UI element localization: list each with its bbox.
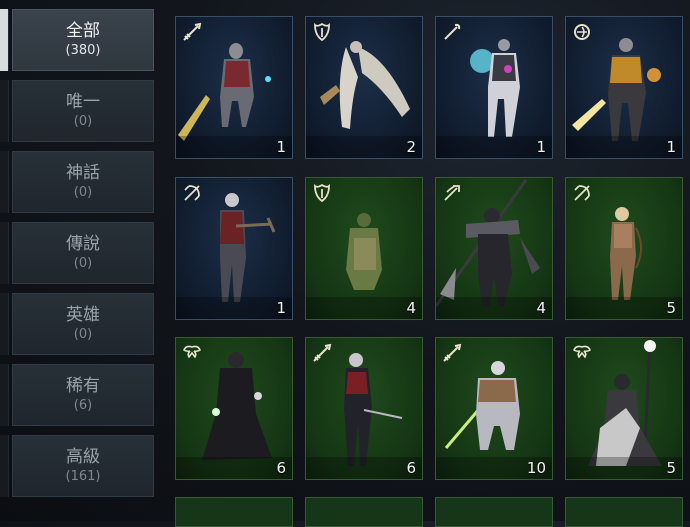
sidebar-item-label: 稀有 <box>66 376 100 396</box>
staff-class-icon <box>444 23 461 40</box>
sidebar-item-mythic[interactable]: 神話 (0) <box>12 151 154 213</box>
sword-class-icon <box>183 22 202 41</box>
card-count: 4 <box>536 299 546 317</box>
card-count: 10 <box>526 459 546 477</box>
card-footer <box>566 297 682 319</box>
active-tab-indicator <box>0 9 9 71</box>
spear-class-icon <box>444 185 460 201</box>
tab-indicator <box>0 222 9 284</box>
collection-card[interactable] <box>175 497 293 527</box>
sidebar-item-label: 全部 <box>66 21 100 41</box>
sidebar-item-label: 高級 <box>66 447 100 467</box>
tab-indicator <box>0 80 9 142</box>
card-count: 1 <box>276 299 286 317</box>
wing-class-icon <box>183 345 201 359</box>
rarity-filter-sidebar: 全部 (380) 唯一 (0) 神話 (0) 傳說 (0) 英雄 (0) 稀有 … <box>0 0 160 521</box>
sidebar-item-label: 傳說 <box>66 234 100 254</box>
collection-card[interactable]: 6 <box>175 337 293 480</box>
wing-class-icon <box>573 345 591 359</box>
card-count: 4 <box>406 299 416 317</box>
collection-grid: 1 2 1 1 1 4 4 5 6 6 10 5 <box>170 0 690 527</box>
bow-class-icon <box>184 185 200 201</box>
sidebar-item-count: (6) <box>73 398 93 413</box>
sword-class-icon <box>443 343 462 362</box>
collection-card[interactable]: 4 <box>435 177 553 320</box>
collection-card[interactable]: 1 <box>435 16 553 159</box>
sidebar-item-count: (0) <box>73 114 93 129</box>
bow-class-icon <box>574 185 590 201</box>
card-footer <box>566 457 682 479</box>
sidebar-item-legendary[interactable]: 傳說 (0) <box>12 222 154 284</box>
sidebar-item-count: (0) <box>73 185 93 200</box>
sidebar-item-count: (161) <box>65 469 101 484</box>
collection-card[interactable]: 2 <box>305 16 423 159</box>
orb-class-icon <box>574 24 590 40</box>
collection-card[interactable]: 10 <box>435 337 553 480</box>
sidebar-item-heroic[interactable]: 英雄 (0) <box>12 293 154 355</box>
card-count: 1 <box>536 138 546 156</box>
sidebar-item-all[interactable]: 全部 (380) <box>12 9 154 71</box>
card-footer <box>306 136 422 158</box>
collection-card[interactable] <box>435 497 553 527</box>
card-count: 6 <box>276 459 286 477</box>
sidebar-item-unique[interactable]: 唯一 (0) <box>12 80 154 142</box>
sidebar-item-count: (0) <box>73 327 93 342</box>
sidebar-item-label: 神話 <box>66 163 100 183</box>
card-count: 6 <box>406 459 416 477</box>
card-footer <box>176 297 292 319</box>
card-count: 1 <box>276 138 286 156</box>
tab-indicator <box>0 151 9 213</box>
shield-class-icon <box>314 183 330 203</box>
sidebar-item-label: 唯一 <box>66 92 100 112</box>
card-count: 1 <box>666 138 676 156</box>
card-footer <box>306 457 422 479</box>
sword-class-icon <box>313 343 332 362</box>
collection-card[interactable]: 1 <box>175 177 293 320</box>
card-footer <box>436 297 552 319</box>
collection-card[interactable] <box>305 497 423 527</box>
collection-card[interactable]: 6 <box>305 337 423 480</box>
card-count: 5 <box>666 459 676 477</box>
card-count: 2 <box>406 138 416 156</box>
collection-card[interactable]: 5 <box>565 337 683 480</box>
collection-card[interactable]: 4 <box>305 177 423 320</box>
sidebar-item-rare[interactable]: 稀有 (6) <box>12 364 154 426</box>
tab-indicator <box>0 293 9 355</box>
card-footer <box>176 457 292 479</box>
collection-card[interactable]: 1 <box>175 16 293 159</box>
sidebar-item-count: (0) <box>73 256 93 271</box>
collection-card[interactable]: 5 <box>565 177 683 320</box>
card-footer <box>436 136 552 158</box>
collection-card[interactable]: 1 <box>565 16 683 159</box>
card-footer <box>306 297 422 319</box>
card-count: 5 <box>666 299 676 317</box>
tab-indicator <box>0 364 9 426</box>
card-footer <box>176 136 292 158</box>
sidebar-item-count: (380) <box>65 43 101 58</box>
card-footer <box>566 136 682 158</box>
collection-card[interactable] <box>565 497 683 527</box>
sidebar-item-advanced[interactable]: 高級 (161) <box>12 435 154 497</box>
shield-class-icon <box>314 22 330 42</box>
tab-indicator <box>0 435 9 497</box>
sidebar-item-label: 英雄 <box>66 305 100 325</box>
